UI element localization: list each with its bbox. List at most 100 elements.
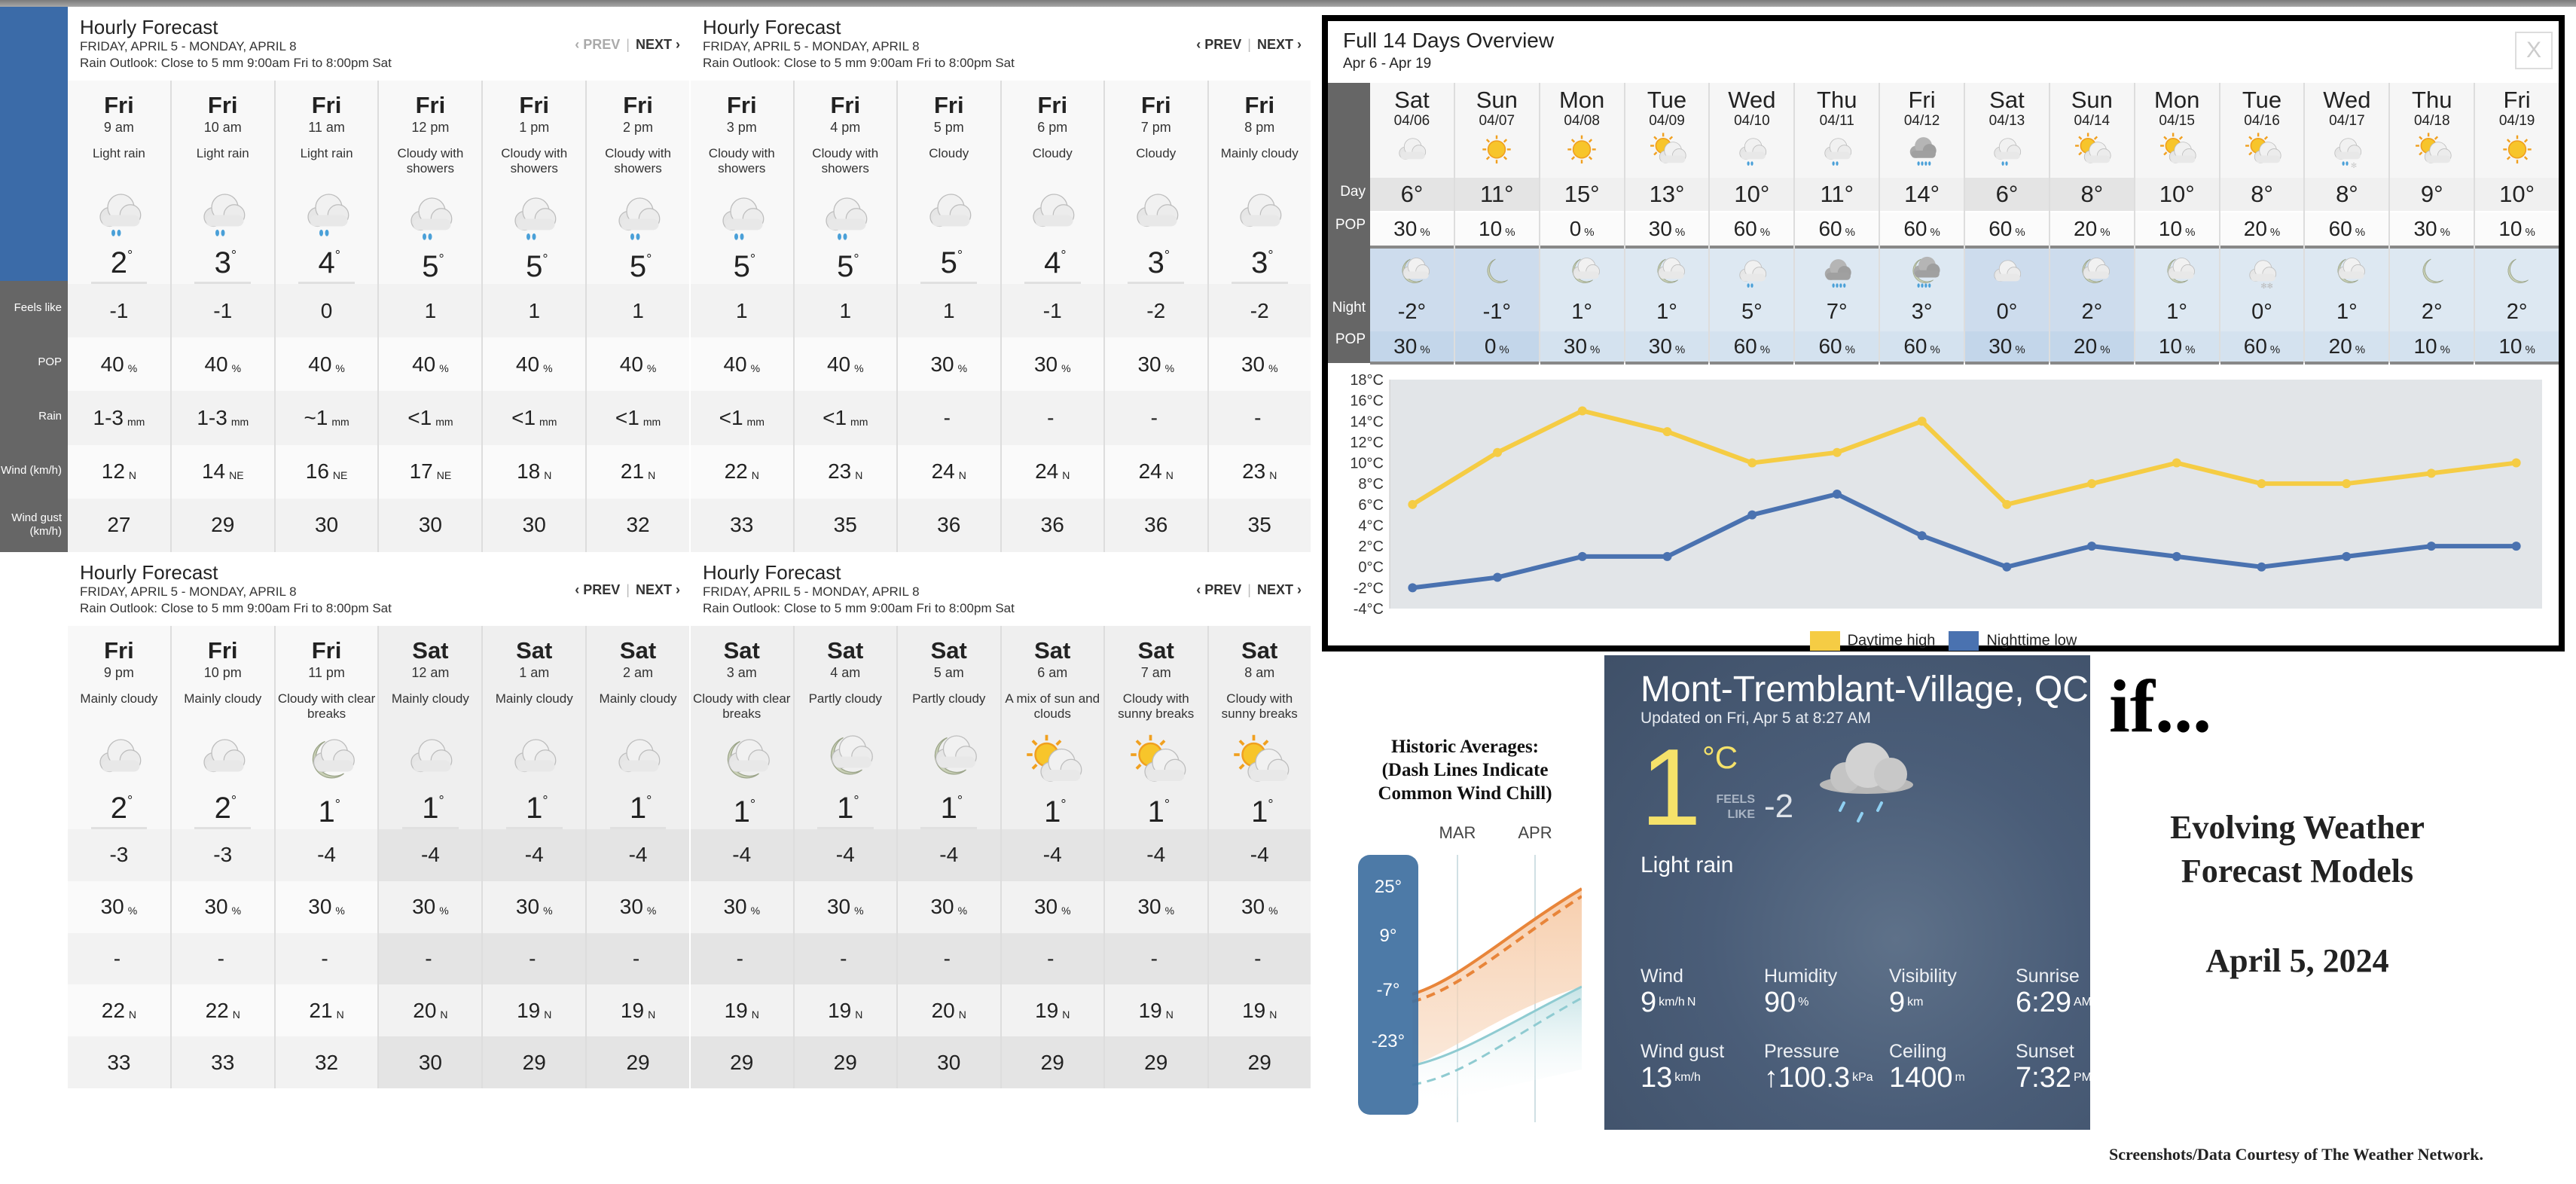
day-column: Fri 04/12 14° 60% 3° 60%	[1880, 83, 1966, 365]
feels-like-value: -4	[732, 843, 752, 867]
next-button[interactable]: NEXT ›	[1257, 37, 1302, 52]
degree-symbol: °	[749, 797, 756, 812]
wind-value: 22	[101, 998, 125, 1022]
degree-symbol: °	[957, 793, 963, 808]
rain-cell: <1 mm	[587, 391, 689, 445]
stat-value: 90%	[1764, 987, 1837, 1018]
cloud-icon	[608, 728, 668, 789]
day-pop: 60%	[1965, 211, 2049, 246]
overview-date-range: Apr 6 - Apr 19	[1343, 56, 1432, 72]
hour-summary: Fri 6 pm Cloudy 4 °	[1001, 81, 1103, 284]
wind-gust-cell: 33	[171, 1036, 274, 1088]
current-conditions-card: Mont-Tremblant-Village, QC Updated on Fr…	[1604, 655, 2092, 1130]
hour-day: Sat	[412, 637, 449, 664]
panel-header: Hourly Forecast FRIDAY, APRIL 5 - MONDAY…	[703, 16, 1015, 72]
rain-value: 1-3	[93, 406, 124, 429]
if-heading: if...	[2109, 664, 2212, 748]
wind-gust-value: 33	[107, 1050, 131, 1074]
day-column: Sun 04/14 8° 20% 2° 20%	[2050, 83, 2135, 365]
rain-value: -	[1254, 946, 1262, 970]
stat-value: 1400 m	[1889, 1063, 1965, 1093]
hour-temperature: 2 °	[111, 246, 133, 280]
hour-summary: Sat 7 am Cloudy with sunny breaks 1 °	[1105, 626, 1207, 833]
next-button[interactable]: NEXT ›	[636, 582, 680, 597]
wind-cell: 23 N	[1208, 444, 1311, 499]
hourly-column: Fri 9 am Light rain 2 ° -1 40% 1-3 mm 12 N …	[68, 81, 172, 553]
night-section: 1°	[1625, 246, 1709, 331]
stat-number: 9	[1889, 987, 1906, 1018]
moon-cloud-icon	[1392, 253, 1431, 292]
close-button[interactable]: X	[2515, 32, 2553, 69]
prev-button[interactable]: ‹ PREV	[575, 37, 620, 52]
hour-time: 12 am	[411, 665, 450, 680]
pop-cell: 30%	[898, 880, 1000, 933]
night-section: 2°	[2050, 246, 2134, 331]
hourly-column: Fri 12 pm Cloudy with showers 5 ° 1 40% <…	[379, 81, 484, 553]
next-button[interactable]: NEXT ›	[636, 37, 680, 52]
moon-cloud-icon	[815, 728, 875, 789]
rain-cloud-icon	[400, 187, 460, 247]
pop-value: 30	[1241, 895, 1265, 919]
wind-value: 24	[1138, 459, 1162, 484]
temp-value: 5	[733, 250, 750, 283]
hour-condition: Cloudy	[1032, 146, 1073, 160]
degree-symbol: °	[230, 793, 237, 808]
hour-summary: Fri 2 pm Cloudy with showers 5 °	[587, 81, 689, 288]
pop-unit: %	[957, 905, 968, 917]
night-section: 1°	[1540, 246, 1624, 331]
pop-unit: %	[750, 362, 761, 374]
feels-like-label: FEELS LIKE	[1710, 792, 1755, 822]
night-pop: 60%	[1880, 331, 1964, 365]
pop-unit: %	[2440, 343, 2450, 356]
night-pop: 0%	[1454, 331, 1539, 365]
prev-button[interactable]: ‹ PREV	[1196, 37, 1241, 52]
hour-temperature: 5 °	[941, 246, 963, 280]
stat-visibility: Visibility 9 km	[1889, 966, 1957, 1018]
degree-symbol: °	[438, 793, 444, 808]
temp-value: 1	[940, 792, 957, 825]
hour-day: Fri	[623, 92, 653, 118]
pop-value: 40	[412, 352, 436, 376]
day-column: Tue 04/16 8° 20% ✻✻ 0° 60%	[2220, 83, 2306, 365]
temp-value: 5	[422, 250, 439, 283]
day-header: Sat 04/06	[1370, 83, 1454, 178]
feels-like-cell: -4	[1208, 829, 1311, 881]
prev-button[interactable]: ‹ PREV	[575, 582, 620, 597]
wind-gust-value: 29	[211, 513, 235, 537]
pop-unit: %	[2355, 225, 2366, 239]
hour-temperature: 1 °	[940, 792, 963, 825]
next-button[interactable]: NEXT ›	[1257, 582, 1302, 597]
top-bar	[0, 0, 2576, 7]
wind-cell: 19 N	[1001, 984, 1103, 1037]
pop-cell: 30%	[379, 880, 482, 933]
day-date: 04/11	[1819, 113, 1854, 129]
hour-condition: Light rain	[196, 146, 249, 160]
day-header: Tue 04/09	[1625, 83, 1709, 178]
stat-number: 1400	[1889, 1062, 1953, 1094]
hour-temperature: 2 °	[214, 792, 237, 825]
night-low: 1°	[2166, 300, 2188, 324]
hour-temperature: 5 °	[630, 250, 652, 284]
pop-value: 60	[1733, 334, 1757, 358]
degree-symbol: °	[1268, 797, 1274, 812]
wind-gust-value: 29	[1040, 1050, 1064, 1074]
wind-value: 19	[1138, 998, 1162, 1022]
y-tick-label: 0°C	[1358, 560, 1384, 576]
night-low: 5°	[1741, 300, 1763, 324]
pop-value: 30	[1241, 352, 1265, 376]
degree-symbol: °	[853, 793, 859, 808]
pop-value: 10	[2413, 334, 2437, 358]
rain-outlook: Rain Outlook: Close to 5 mm 9:00am Fri t…	[703, 56, 1015, 70]
wind-direction: N	[440, 1008, 448, 1021]
scale-label: 9°	[1380, 926, 1397, 946]
hour-summary: Fri 11 pm Cloudy with clear breaks 1 °	[275, 626, 378, 833]
hour-temperature: 1 °	[1044, 795, 1066, 829]
pop-value: 30	[204, 895, 228, 919]
moon-icon	[2498, 253, 2537, 292]
temp-value: 2	[214, 792, 231, 825]
temp-value: 5	[837, 250, 854, 283]
prev-button[interactable]: ‹ PREV	[1196, 582, 1241, 597]
day-high: 6°	[1370, 178, 1454, 211]
feels-like-value: 1	[424, 298, 437, 322]
degree-symbol: °	[1061, 248, 1067, 263]
